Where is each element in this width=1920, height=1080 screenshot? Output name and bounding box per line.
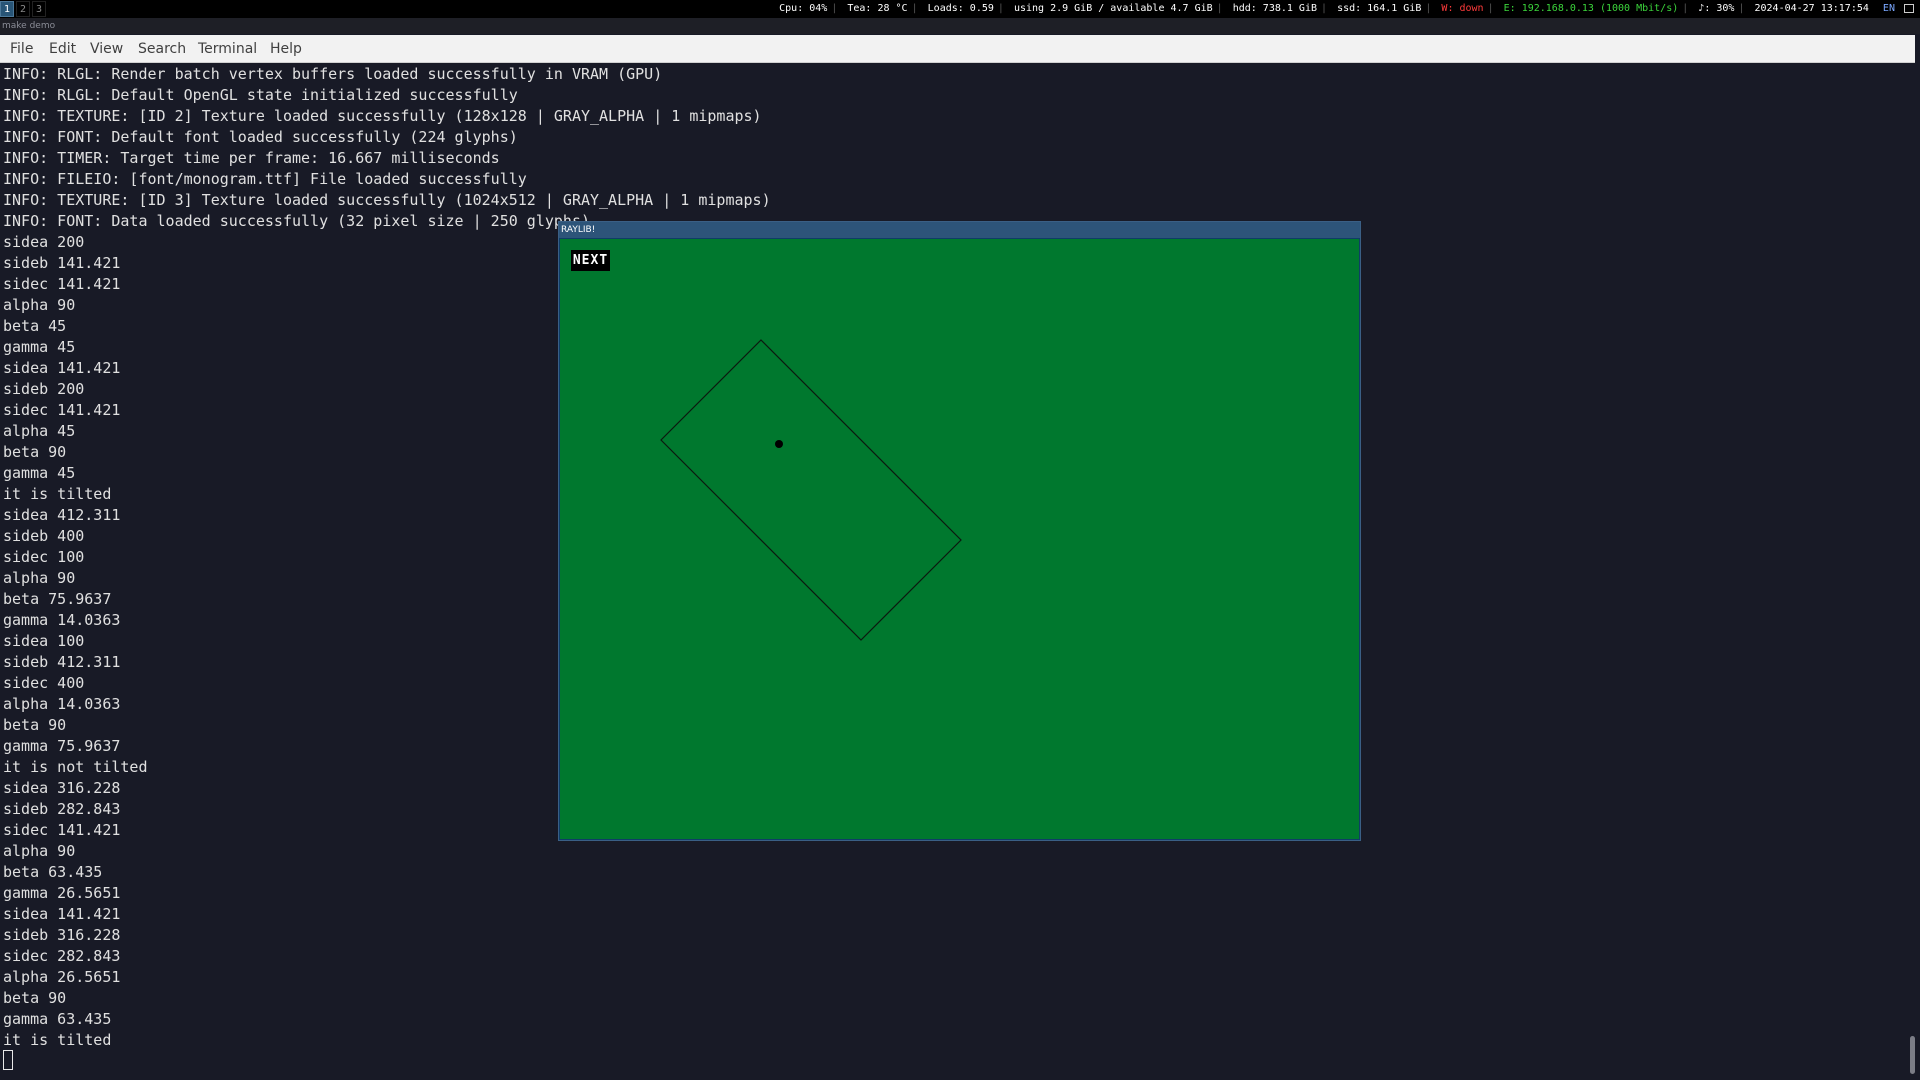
terminal-line: alpha 26.5651 xyxy=(3,968,121,986)
rectangle-drawing xyxy=(660,339,962,641)
terminal-line: INFO: TIMER: Target time per frame: 16.6… xyxy=(3,149,500,167)
menu-file[interactable]: File xyxy=(10,35,33,63)
terminal-scrollbar[interactable] xyxy=(1905,63,1920,1080)
datetime-status: 2024-04-27 13:17:54 xyxy=(1754,3,1869,14)
menu-view[interactable]: View xyxy=(90,35,123,63)
terminal-line: sidea 141.421 xyxy=(3,905,121,923)
terminal-line: beta 90 xyxy=(3,989,67,1007)
next-button[interactable]: NEXT xyxy=(571,250,610,271)
terminal-line: INFO: TEXTURE: [ID 2] Texture loaded suc… xyxy=(3,107,762,125)
raylib-window-title[interactable]: RAYLIB! xyxy=(559,222,1360,238)
ssd-status: ssd: 164.1 GiB xyxy=(1337,3,1422,14)
terminal-line: gamma 26.5651 xyxy=(3,884,121,902)
menu-search[interactable]: Search xyxy=(138,35,186,63)
memory-status: using 2.9 GiB / available 4.7 GiB xyxy=(1013,3,1213,14)
status-bar: 1 2 3 Cpu: 04% | Tea: 28 °C | Loads: 0.59 |… xyxy=(0,0,1920,18)
status-readouts: Cpu: 04% | Tea: 28 °C | Loads: 0.59 | using… xyxy=(779,0,1914,18)
terminal-line: INFO: TEXTURE: [ID 3] Texture loaded suc… xyxy=(3,191,771,209)
tray-monitor-icon[interactable] xyxy=(1904,3,1914,13)
terminal-menubar: File Edit View Search Terminal Help xyxy=(0,35,1915,63)
menu-edit[interactable]: Edit xyxy=(49,35,76,63)
volume-status: ♪: 30% xyxy=(1698,3,1735,14)
terminal-cursor xyxy=(3,1050,13,1070)
terminal-line: INFO: RLGL: Render batch vertex buffers … xyxy=(3,65,663,83)
cpu-status: Cpu: 04% xyxy=(779,3,828,14)
terminal-line: beta 63.435 xyxy=(3,863,103,881)
terminal-line: INFO: FONT: Default font loaded successf… xyxy=(3,128,518,146)
temperature-status: Tea: 28 °C xyxy=(847,3,908,14)
workspace-1-button[interactable]: 1 xyxy=(0,1,14,17)
terminal-line: sidec 282.843 xyxy=(3,947,121,965)
terminal-window-title: make demo xyxy=(0,18,1920,34)
terminal-line: it is tilted xyxy=(3,1031,112,1049)
terminal-line: INFO: FILEIO: [font/monogram.ttf] File l… xyxy=(3,170,527,188)
terminal-line: alpha 90 xyxy=(3,842,76,860)
ethernet-status: E: 192.168.0.13 (1000 Mbit/s) xyxy=(1503,3,1679,14)
workspace-3-button[interactable]: 3 xyxy=(32,1,46,17)
center-point xyxy=(775,440,783,448)
raylib-canvas[interactable]: NEXT xyxy=(560,239,1359,839)
terminal-line: sideb 316.228 xyxy=(3,926,121,944)
workspace-2-button[interactable]: 2 xyxy=(16,1,30,17)
raylib-window[interactable]: RAYLIB! NEXT xyxy=(558,221,1361,841)
terminal-line: gamma 63.435 xyxy=(3,1010,112,1028)
menu-help[interactable]: Help xyxy=(270,35,302,63)
keyboard-layout-indicator[interactable]: EN xyxy=(1883,3,1895,14)
terminal-line: INFO: RLGL: Default OpenGL state initial… xyxy=(3,86,518,104)
hdd-status: hdd: 738.1 GiB xyxy=(1232,3,1317,14)
menu-terminal[interactable]: Terminal xyxy=(198,35,257,63)
load-status: Loads: 0.59 xyxy=(927,3,994,14)
tilted-rectangle xyxy=(660,339,962,641)
scrollbar-thumb[interactable] xyxy=(1910,1036,1915,1074)
wifi-status: W: down xyxy=(1441,3,1484,14)
